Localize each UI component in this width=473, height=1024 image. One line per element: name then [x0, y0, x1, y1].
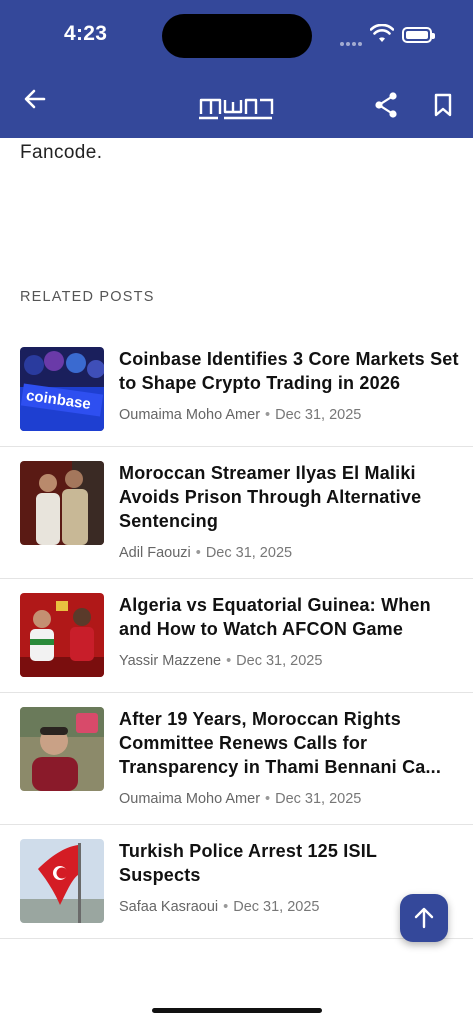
meta-separator: • [265, 407, 271, 423]
related-post-1[interactable]: coinbase Coinbase Identifies 3 Core Mark… [0, 333, 473, 447]
post-date: Dec 31, 2025 [236, 653, 323, 669]
bookmark-icon[interactable] [432, 92, 454, 118]
post-title[interactable]: Algeria vs Equatorial Guinea: When and H… [119, 593, 459, 641]
post-date: Dec 31, 2025 [275, 791, 362, 807]
post-author[interactable]: Oumaima Moho Amer [119, 791, 260, 807]
post-thumbnail-coinbase: coinbase [20, 347, 104, 431]
dynamic-island [162, 14, 312, 58]
post-title[interactable]: Coinbase Identifies 3 Core Markets Set t… [119, 347, 459, 395]
related-post-3[interactable]: Algeria vs Equatorial Guinea: When and H… [0, 579, 473, 693]
back-arrow-icon[interactable] [22, 86, 48, 112]
post-date: Dec 31, 2025 [233, 899, 320, 915]
meta-separator: • [226, 653, 232, 669]
share-icon[interactable] [373, 91, 399, 119]
post-author[interactable]: Safaa Kasraoui [119, 899, 218, 915]
home-indicator[interactable] [152, 1008, 322, 1013]
related-posts-heading: RELATED POSTS [20, 289, 155, 305]
status-indicators [340, 24, 440, 48]
meta-separator: • [223, 899, 229, 915]
mwn-logo[interactable] [198, 90, 274, 122]
scroll-to-top-button[interactable] [400, 894, 448, 942]
post-title[interactable]: After 19 Years, Moroccan Rights Committe… [119, 707, 459, 779]
meta-separator: • [195, 545, 201, 561]
article-text: Fancode. [20, 142, 103, 163]
arrow-up-icon [414, 907, 434, 929]
related-post-4[interactable]: After 19 Years, Moroccan Rights Committe… [0, 693, 473, 825]
status-time: 4:23 [64, 22, 108, 45]
post-date: Dec 31, 2025 [205, 545, 293, 561]
cellular-signal-icon [340, 33, 366, 46]
post-title[interactable]: Turkish Police Arrest 125 ISIL Suspects [119, 839, 459, 887]
post-thumbnail-portrait [20, 707, 104, 791]
post-meta: Yassir Mazzene • Dec 31, 2025 [119, 653, 322, 669]
post-meta: Adil Faouzi • Dec 31, 2025 [119, 545, 292, 561]
post-title[interactable]: Moroccan Streamer Ilyas El Maliki Avoids… [119, 461, 459, 533]
post-author[interactable]: Adil Faouzi [119, 545, 191, 561]
app-header: 4:23 [0, 0, 473, 138]
post-thumbnail-afcon [20, 593, 104, 677]
post-meta: Oumaima Moho Amer • Dec 31, 2025 [119, 407, 361, 423]
post-date: Dec 31, 2025 [275, 407, 362, 423]
post-thumbnail-turkish-flag [20, 839, 104, 923]
meta-separator: • [265, 791, 271, 807]
post-meta: Safaa Kasraoui • Dec 31, 2025 [119, 899, 320, 915]
post-author[interactable]: Oumaima Moho Amer [119, 407, 260, 423]
post-thumbnail-streamer [20, 461, 104, 545]
post-author[interactable]: Yassir Mazzene [119, 653, 221, 669]
related-post-2[interactable]: Moroccan Streamer Ilyas El Maliki Avoids… [0, 447, 473, 579]
wifi-icon [370, 24, 394, 42]
post-meta: Oumaima Moho Amer • Dec 31, 2025 [119, 791, 361, 807]
battery-icon [402, 27, 435, 43]
